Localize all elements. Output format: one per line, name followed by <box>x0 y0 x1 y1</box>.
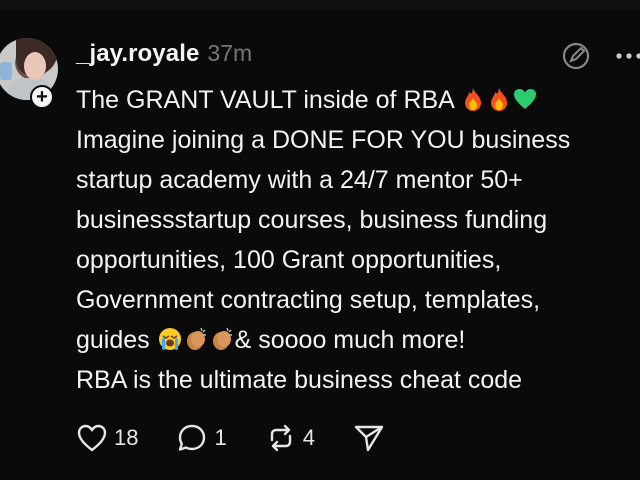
post-actions: 18 1 4 <box>76 420 423 456</box>
fire-icon <box>465 88 482 111</box>
share-button[interactable] <box>353 423 385 453</box>
send-icon <box>354 425 384 452</box>
reply-button[interactable]: 1 <box>176 423 227 453</box>
repost-count: 4 <box>302 425 315 450</box>
username[interactable]: _jay.royale <box>76 40 199 68</box>
post-line: opportunities, 100 Grant opportunities, <box>76 246 502 274</box>
fire-icon <box>491 88 508 111</box>
post-line: Imagine joining a DONE FOR YOU business <box>76 126 571 154</box>
repost-button[interactable]: 4 <box>265 423 315 453</box>
like-button[interactable]: 18 <box>76 423 138 453</box>
heart-icon <box>77 424 107 452</box>
repost-icon <box>270 424 291 452</box>
clapping-hands-icon <box>212 327 232 350</box>
post-line: The GRANT VAULT inside of RBA <box>76 80 636 120</box>
post-header: _jay.royale 37m <box>76 40 252 72</box>
post-line: Government contracting setup, templates, <box>76 286 541 314</box>
top-divider <box>0 0 640 10</box>
follow-plus-icon[interactable]: + <box>30 85 54 109</box>
post-line: guides & soooo much more! <box>76 326 466 354</box>
avatar-container[interactable]: + <box>0 38 64 110</box>
more-options-icon[interactable] <box>612 44 640 68</box>
post-line: businessstartup courses, business fundin… <box>76 206 548 234</box>
like-count: 18 <box>114 425 139 450</box>
reply-count: 1 <box>214 425 227 450</box>
edit-icon[interactable] <box>560 40 592 72</box>
post-line: RBA is the ultimate business cheat code <box>76 366 523 394</box>
clapping-hands-icon <box>186 327 206 350</box>
comment-icon <box>179 424 206 451</box>
crying-face-icon <box>158 328 181 350</box>
post-line: startup academy with a 24/7 mentor 50+ <box>76 166 523 194</box>
timestamp: 37m <box>207 40 253 66</box>
green-heart-icon <box>514 89 537 109</box>
post-body: The GRANT VAULT inside of RBA Imagine jo… <box>76 80 636 400</box>
